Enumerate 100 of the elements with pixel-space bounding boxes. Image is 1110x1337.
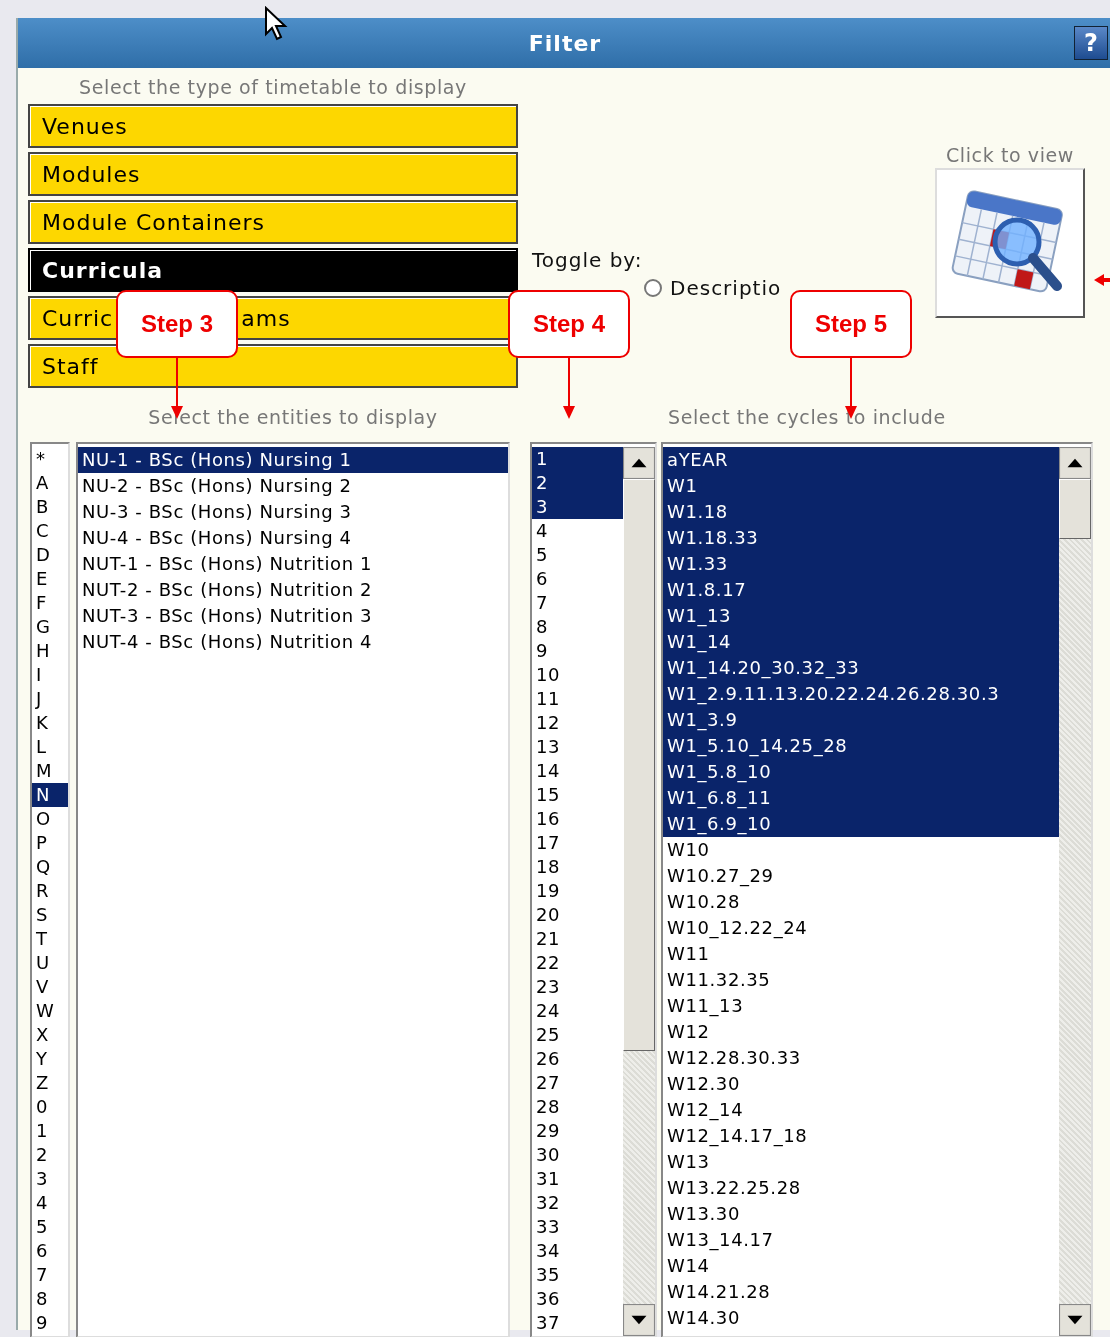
week-item[interactable]: 12 <box>532 711 623 735</box>
scrollbar[interactable] <box>1059 447 1091 1336</box>
cycle-item[interactable]: W10_12.22_24 <box>663 915 1059 941</box>
cycle-item[interactable]: W11_13 <box>663 993 1059 1019</box>
cycle-item[interactable]: W13.30 <box>663 1201 1059 1227</box>
letter-item[interactable]: V <box>32 975 68 999</box>
week-item[interactable]: 27 <box>532 1071 623 1095</box>
letter-item[interactable]: O <box>32 807 68 831</box>
letter-item[interactable]: U <box>32 951 68 975</box>
cycle-item[interactable]: W12.28.30.33 <box>663 1045 1059 1071</box>
radio-button[interactable] <box>644 279 662 297</box>
week-item[interactable]: 30 <box>532 1143 623 1167</box>
cycle-item[interactable]: W10 <box>663 837 1059 863</box>
week-item[interactable]: 5 <box>532 543 623 567</box>
letter-item[interactable]: A <box>32 471 68 495</box>
week-item[interactable]: 24 <box>532 999 623 1023</box>
cycle-item[interactable]: W11 <box>663 941 1059 967</box>
week-item[interactable]: 19 <box>532 879 623 903</box>
week-item[interactable]: 13 <box>532 735 623 759</box>
scroll-thumb[interactable] <box>1059 479 1091 539</box>
week-item[interactable]: 36 <box>532 1287 623 1311</box>
entity-item[interactable]: NUT-3 - BSc (Hons) Nutrition 3 <box>78 603 508 629</box>
letter-item[interactable]: L <box>32 735 68 759</box>
week-item[interactable]: 22 <box>532 951 623 975</box>
cycle-item[interactable]: W11.32.35 <box>663 967 1059 993</box>
cycle-item[interactable]: W1_14 <box>663 629 1059 655</box>
week-item[interactable]: 3 <box>532 495 623 519</box>
letter-item[interactable]: 9 <box>32 1311 68 1335</box>
cycle-item[interactable]: W14 <box>663 1253 1059 1279</box>
scroll-down-icon[interactable] <box>1059 1304 1091 1336</box>
week-item[interactable]: 31 <box>532 1167 623 1191</box>
cycle-item[interactable]: W12 <box>663 1019 1059 1045</box>
week-item[interactable]: 25 <box>532 1023 623 1047</box>
letter-item[interactable]: E <box>32 567 68 591</box>
letter-item[interactable]: 0 <box>32 1095 68 1119</box>
cycle-item[interactable]: W1.18.33 <box>663 525 1059 551</box>
letter-item[interactable]: R <box>32 879 68 903</box>
scroll-down-icon[interactable] <box>623 1304 655 1336</box>
timetable-type-button[interactable]: Modules <box>28 152 518 196</box>
entity-item[interactable]: NU-4 - BSc (Hons) Nursing 4 <box>78 525 508 551</box>
week-item[interactable]: 2 <box>532 471 623 495</box>
letter-item[interactable]: S <box>32 903 68 927</box>
cycle-item[interactable]: W1_6.8_11 <box>663 785 1059 811</box>
timetable-type-button[interactable]: Staff <box>28 344 518 388</box>
cycle-item[interactable]: W13_14.17 <box>663 1227 1059 1253</box>
scroll-up-icon[interactable] <box>1059 447 1091 479</box>
week-item[interactable]: 34 <box>532 1239 623 1263</box>
letter-item[interactable]: X <box>32 1023 68 1047</box>
week-item[interactable]: 11 <box>532 687 623 711</box>
scrollbar[interactable] <box>623 447 655 1336</box>
entity-item[interactable]: NU-3 - BSc (Hons) Nursing 3 <box>78 499 508 525</box>
week-item[interactable]: 20 <box>532 903 623 927</box>
cycle-item[interactable]: W14.30 <box>663 1305 1059 1331</box>
timetable-type-button[interactable]: Curricula <box>28 248 518 292</box>
letter-item[interactable]: Z <box>32 1071 68 1095</box>
entity-item[interactable]: NUT-1 - BSc (Hons) Nutrition 1 <box>78 551 508 577</box>
cycle-item[interactable]: aYEAR <box>663 447 1059 473</box>
cycle-item[interactable]: W10.28 <box>663 889 1059 915</box>
week-item[interactable]: 29 <box>532 1119 623 1143</box>
letter-item[interactable]: 2 <box>32 1143 68 1167</box>
cycle-item[interactable]: W13.22.25.28 <box>663 1175 1059 1201</box>
letter-item[interactable]: P <box>32 831 68 855</box>
view-button[interactable] <box>935 168 1085 318</box>
letter-item[interactable]: H <box>32 639 68 663</box>
entity-item[interactable]: NUT-2 - BSc (Hons) Nutrition 2 <box>78 577 508 603</box>
letter-item[interactable]: G <box>32 615 68 639</box>
week-item[interactable]: 14 <box>532 759 623 783</box>
letter-item[interactable]: D <box>32 543 68 567</box>
cycle-item[interactable]: W13 <box>663 1149 1059 1175</box>
cycle-item[interactable]: W1 <box>663 473 1059 499</box>
entity-item[interactable]: NU-2 - BSc (Hons) Nursing 2 <box>78 473 508 499</box>
week-item[interactable]: 37 <box>532 1311 623 1335</box>
week-item[interactable]: 16 <box>532 807 623 831</box>
letter-item[interactable]: 7 <box>32 1263 68 1287</box>
week-item[interactable]: 35 <box>532 1263 623 1287</box>
cycle-item[interactable]: W1_6.9_10 <box>663 811 1059 837</box>
week-item[interactable]: 17 <box>532 831 623 855</box>
week-item[interactable]: 10 <box>532 663 623 687</box>
letter-item[interactable]: I <box>32 663 68 687</box>
week-item[interactable]: 7 <box>532 591 623 615</box>
week-item[interactable]: 15 <box>532 783 623 807</box>
letter-item[interactable]: F <box>32 591 68 615</box>
letter-item[interactable]: K <box>32 711 68 735</box>
cycle-item[interactable]: W1_5.8_10 <box>663 759 1059 785</box>
letter-item[interactable]: N <box>32 783 68 807</box>
entity-item[interactable]: NUT-4 - BSc (Hons) Nutrition 4 <box>78 629 508 655</box>
week-item[interactable]: 1 <box>532 447 623 471</box>
cycle-item[interactable]: W1_13 <box>663 603 1059 629</box>
letter-item[interactable]: 4 <box>32 1191 68 1215</box>
timetable-type-button[interactable]: Module Containers <box>28 200 518 244</box>
cycle-item[interactable]: W1.18 <box>663 499 1059 525</box>
letter-item[interactable]: 1 <box>32 1119 68 1143</box>
cycle-item[interactable]: W12.30 <box>663 1071 1059 1097</box>
letter-item[interactable]: 3 <box>32 1167 68 1191</box>
cycle-item[interactable]: W1_3.9 <box>663 707 1059 733</box>
cycle-item[interactable]: W1.8.17 <box>663 577 1059 603</box>
letter-item[interactable]: 6 <box>32 1239 68 1263</box>
letter-item[interactable]: Y <box>32 1047 68 1071</box>
letter-item[interactable]: 5 <box>32 1215 68 1239</box>
letter-item[interactable]: J <box>32 687 68 711</box>
